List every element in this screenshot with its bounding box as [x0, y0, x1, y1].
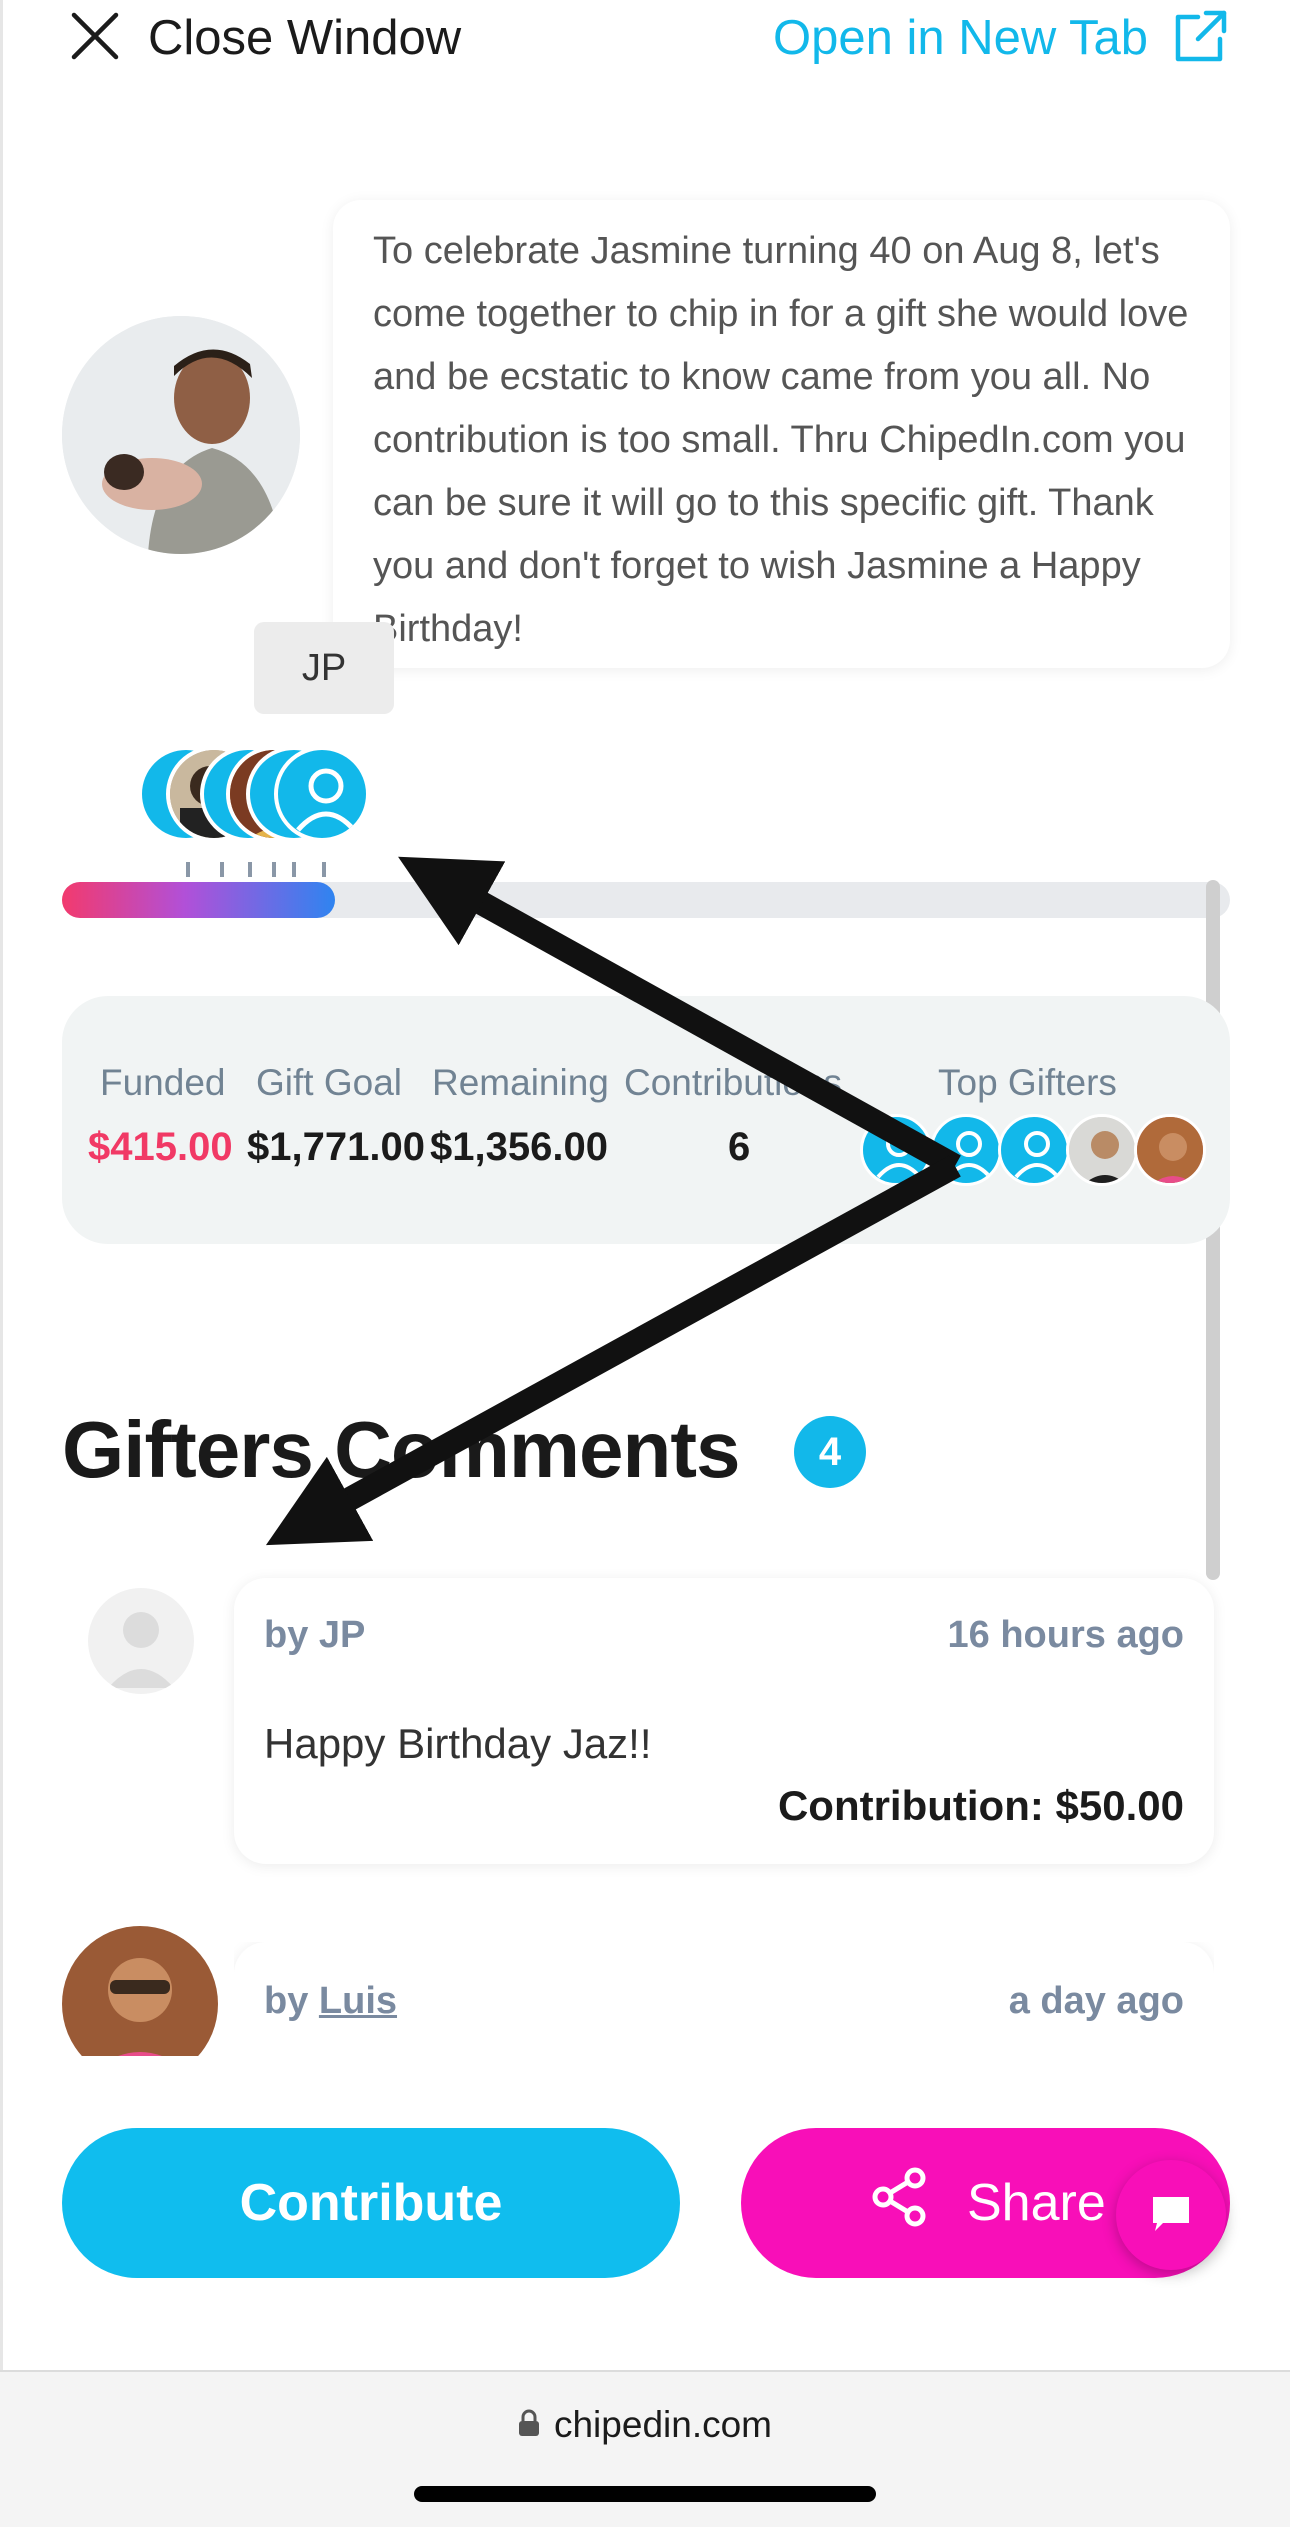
chat-button[interactable] — [1116, 2160, 1226, 2270]
url-bar[interactable]: chipedin.com — [0, 2404, 1290, 2446]
browser-bottom-bar — [0, 2370, 1290, 2527]
chat-bubble-icon — [1149, 2191, 1193, 2240]
url-text: chipedin.com — [553, 2404, 772, 2445]
contribute-button[interactable]: Contribute — [62, 2128, 680, 2278]
share-icon — [869, 2166, 931, 2241]
home-indicator[interactable] — [414, 2486, 876, 2502]
share-label: Share — [967, 2174, 1106, 2232]
annotation-arrow — [398, 856, 961, 1177]
lock-icon — [518, 2409, 540, 2442]
annotation-arrow — [265, 1155, 961, 1546]
contribute-label: Contribute — [239, 2174, 503, 2232]
